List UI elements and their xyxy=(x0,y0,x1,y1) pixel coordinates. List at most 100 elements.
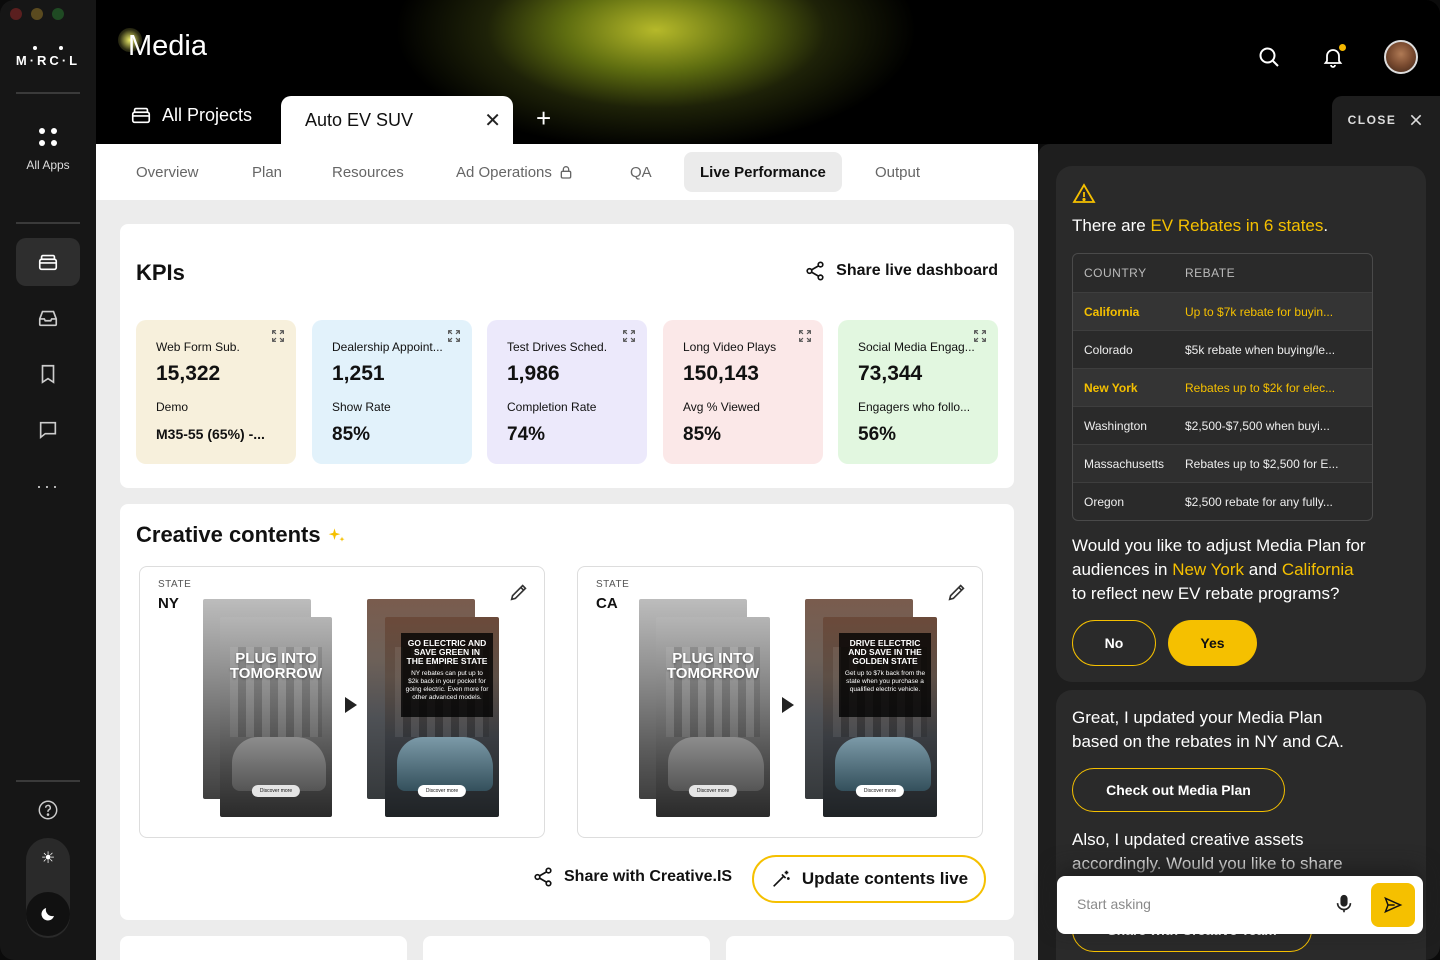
car-image xyxy=(232,737,326,791)
theme-toggle[interactable]: ☀ xyxy=(26,838,70,938)
discover-more-pill: Discover more xyxy=(688,785,738,797)
kpi-card-long-video[interactable]: Long Video Plays 150,143 Avg % Viewed 85… xyxy=(663,320,823,464)
tab-auto-ev-suv-label: Auto EV SUV xyxy=(305,109,414,130)
minimize-window-button[interactable] xyxy=(31,8,43,20)
table-row[interactable]: Washington $2,500-$7,500 when buyi... xyxy=(1073,406,1372,444)
help-icon xyxy=(38,800,58,820)
pencil-icon[interactable] xyxy=(946,581,968,603)
app-logo[interactable]: M·RC·L xyxy=(0,46,96,68)
close-panel-label: CLOSE xyxy=(1347,113,1397,127)
tab-overview-label: Overview xyxy=(136,163,199,181)
kpi-card-social-media[interactable]: Social Media Engag... 73,344 Engagers wh… xyxy=(838,320,998,464)
kpi-card-dealership[interactable]: Dealership Appoint... 1,251 Show Rate 85… xyxy=(312,320,472,464)
expand-icon[interactable] xyxy=(270,328,286,344)
kpi-section: KPIs Share live dashboard Web Form Sub. … xyxy=(120,224,1014,488)
table-row[interactable]: Massachusetts Rebates up to $2,500 for E… xyxy=(1073,444,1372,482)
state-card-ny: STATE NY PLUG INTO TOMORROW Discover mor… xyxy=(139,566,545,838)
rail-divider xyxy=(16,92,80,94)
sub-navigation: Overview Plan Resources Ad Operations QA… xyxy=(96,144,1038,200)
pencil-icon[interactable] xyxy=(508,581,530,603)
updated-creative-ny[interactable]: GO ELECTRIC AND SAVE GREEN IN THE EMPIRE… xyxy=(385,617,499,817)
kpi-sub-value: 85% xyxy=(332,424,371,445)
play-arrow-icon xyxy=(345,697,357,713)
updated-message: Great, I updated your Media Plan based o… xyxy=(1072,708,1344,751)
updated-creative-ca[interactable]: DRIVE ELECTRIC AND SAVE IN THE GOLDEN ST… xyxy=(823,617,937,817)
kpi-card-test-drives[interactable]: Test Drives Sched. 1,986 Completion Rate… xyxy=(487,320,647,464)
share-with-creative-button[interactable]: Share with Creative.IS xyxy=(532,866,732,888)
moon-icon[interactable] xyxy=(26,892,70,936)
no-button[interactable]: No xyxy=(1072,620,1156,666)
table-row[interactable]: California Up to $7k rebate for buyin... xyxy=(1073,292,1372,330)
table-row[interactable]: Colorado $5k rebate when buying/le... xyxy=(1073,330,1372,368)
expand-icon[interactable] xyxy=(446,328,462,344)
left-rail: M·RC·L All Apps ··· ☀ xyxy=(0,0,96,960)
tab-live-performance-label: Live Performance xyxy=(700,163,826,181)
kpi-sub-label: Completion Rate xyxy=(507,400,597,414)
table-row[interactable]: New York Rebates up to $2k for elec... xyxy=(1073,368,1372,406)
tab-auto-ev-suv[interactable]: Auto EV SUV ✕ xyxy=(281,96,513,144)
add-tab-button[interactable]: + xyxy=(536,104,551,132)
send-icon xyxy=(1384,896,1403,914)
tab-all-projects-label: All Projects xyxy=(162,104,253,125)
check-media-plan-button[interactable]: Check out Media Plan xyxy=(1072,768,1285,812)
expand-icon[interactable] xyxy=(621,328,637,344)
tab-resources[interactable]: Resources xyxy=(316,152,420,192)
close-window-button[interactable] xyxy=(10,8,22,20)
maximize-window-button[interactable] xyxy=(52,8,64,20)
rebate-cell: Rebates up to $2k for elec... xyxy=(1185,380,1336,395)
send-button[interactable] xyxy=(1371,883,1415,927)
share-icon xyxy=(534,867,552,887)
rail-divider xyxy=(16,222,80,224)
state-label: STATE xyxy=(158,579,192,590)
kpi-label: Test Drives Sched. xyxy=(507,340,608,354)
expand-icon[interactable] xyxy=(972,328,988,344)
tab-qa-label: QA xyxy=(630,163,652,181)
original-creative-ca[interactable]: PLUG INTO TOMORROW Discover more xyxy=(656,617,770,817)
creative-body: Get up to $7k back from the state when y… xyxy=(844,670,926,693)
discover-more-pill: Discover more xyxy=(251,785,301,797)
table-row[interactable]: Oregon $2,500 rebate for any fully... xyxy=(1073,482,1372,520)
rebate-highlight: EV Rebates in 6 states xyxy=(1150,216,1324,235)
sun-icon[interactable]: ☀ xyxy=(26,848,70,868)
also-updated-message: Also, I updated creative assets accordin… xyxy=(1072,830,1343,873)
tab-overview[interactable]: Overview xyxy=(120,152,215,192)
notifications-button[interactable] xyxy=(1316,40,1350,74)
rail-chat-button[interactable] xyxy=(16,406,80,454)
kpi-card-web-form[interactable]: Web Form Sub. 15,322 Demo M35-55 (65%) -… xyxy=(136,320,296,464)
user-avatar[interactable] xyxy=(1384,40,1418,74)
ask-input[interactable]: Start asking xyxy=(1077,896,1151,912)
tab-qa[interactable]: QA xyxy=(614,152,668,192)
close-tab-icon[interactable]: ✕ xyxy=(484,108,501,133)
update-contents-live-button[interactable]: Update contents live xyxy=(752,855,986,903)
microphone-icon[interactable] xyxy=(1333,893,1355,915)
window-controls xyxy=(10,8,64,20)
highlight-california: California xyxy=(1281,560,1354,579)
rail-bookmarks-button[interactable] xyxy=(16,350,80,398)
rail-projects-button[interactable] xyxy=(16,238,80,286)
yes-button[interactable]: Yes xyxy=(1168,620,1257,666)
kpi-sub-label: Show Rate xyxy=(332,400,391,414)
search-button[interactable] xyxy=(1252,40,1286,74)
all-apps-button[interactable]: All Apps xyxy=(0,128,96,172)
state-value: CA xyxy=(596,595,618,612)
tab-live-performance[interactable]: Live Performance xyxy=(684,152,842,192)
tab-plan[interactable]: Plan xyxy=(236,152,298,192)
app-window: M·RC·L All Apps ··· ☀ Media All Projects… xyxy=(0,0,1440,960)
help-button[interactable] xyxy=(16,786,80,834)
tab-ad-operations[interactable]: Ad Operations xyxy=(440,152,590,192)
lock-icon xyxy=(560,166,572,179)
kpi-value: 150,143 xyxy=(683,362,759,385)
expand-icon[interactable] xyxy=(797,328,813,344)
close-panel-button[interactable]: CLOSE xyxy=(1332,96,1440,144)
original-creative-ny[interactable]: PLUG INTO TOMORROW Discover more xyxy=(220,617,332,817)
kpi-sub-label: Demo xyxy=(156,400,189,414)
tab-all-projects[interactable]: All Projects xyxy=(130,104,252,126)
tab-output[interactable]: Output xyxy=(859,152,936,192)
placeholder-card xyxy=(120,936,407,960)
share-live-dashboard-button[interactable]: Share live dashboard xyxy=(804,260,998,282)
creative-contents-title-text: Creative contents xyxy=(136,522,321,547)
car-image xyxy=(668,737,764,791)
rail-more-button[interactable]: ··· xyxy=(16,462,80,510)
rail-inbox-button[interactable] xyxy=(16,294,80,342)
state-cell: Oregon xyxy=(1084,494,1125,509)
